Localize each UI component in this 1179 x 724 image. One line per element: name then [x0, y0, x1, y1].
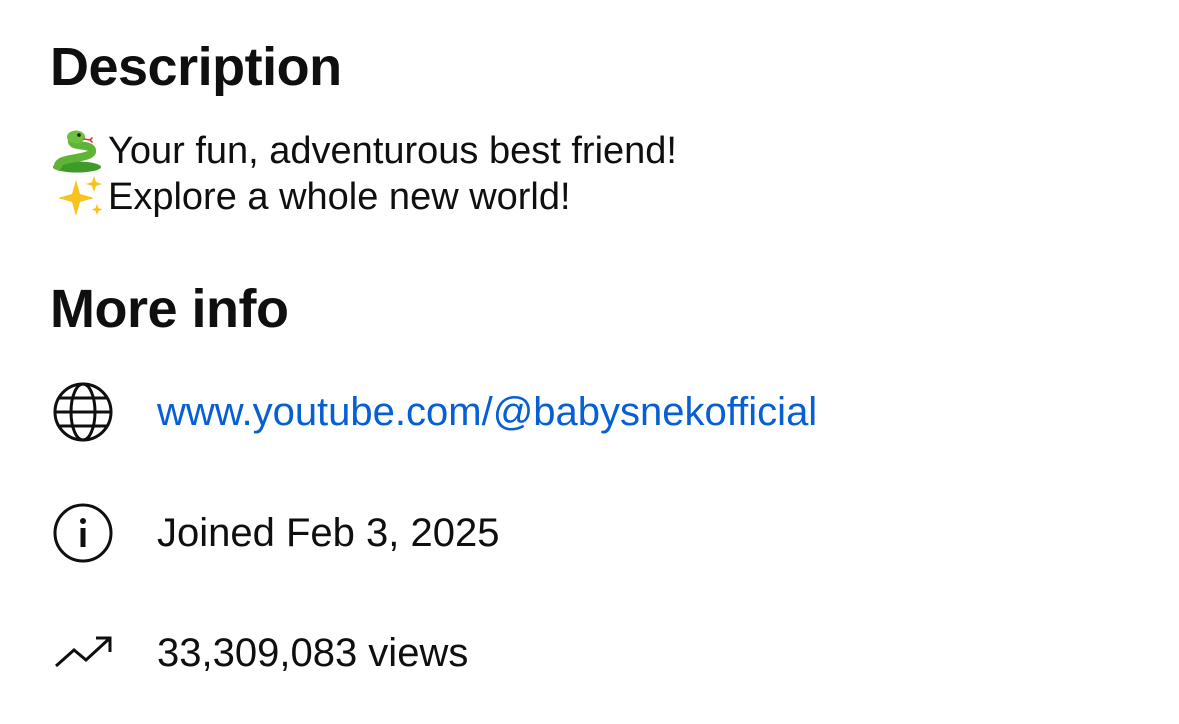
joined-date-text: Joined Feb 3, 2025 — [157, 510, 500, 555]
description-heading: Description — [50, 37, 342, 97]
joined-date-row: Joined Feb 3, 2025 — [50, 498, 499, 568]
description-line: Your fun, adventurous best friend! — [50, 128, 677, 174]
sparkles-emoji-icon — [50, 174, 108, 220]
snake-emoji-icon — [50, 128, 108, 174]
description-line-text: Your fun, adventurous best friend! — [108, 130, 677, 172]
globe-icon — [50, 379, 116, 445]
description-text: Your fun, adventurous best friend! Explo… — [50, 128, 677, 220]
info-icon — [50, 500, 116, 566]
channel-link[interactable]: www.youtube.com/@babysnekofficial — [157, 390, 817, 435]
view-count-row: 33,309,083 views — [50, 618, 468, 688]
channel-link-row: www.youtube.com/@babysnekofficial — [50, 377, 817, 447]
description-line: Explore a whole new world! — [50, 174, 677, 220]
more-info-heading: More info — [50, 279, 289, 339]
view-count-text: 33,309,083 views — [157, 630, 469, 675]
trending-up-icon — [50, 620, 116, 686]
description-line-text: Explore a whole new world! — [108, 176, 571, 218]
